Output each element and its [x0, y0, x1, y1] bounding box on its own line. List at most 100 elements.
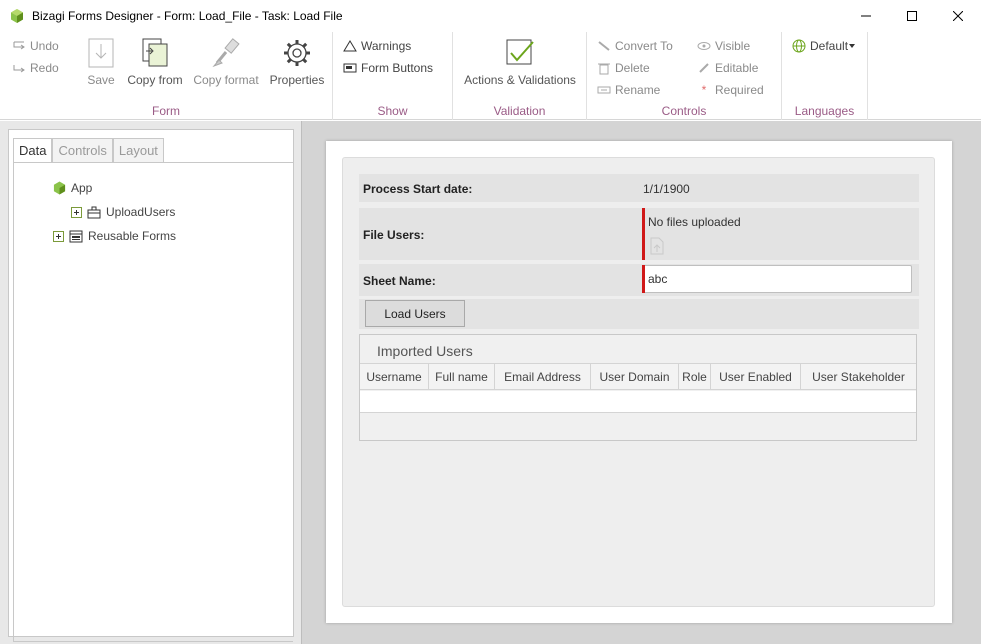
form-buttons-label: Form Buttons — [361, 61, 434, 75]
languages-group: Default Languages — [782, 32, 868, 120]
title-bar: Bizagi Forms Designer - Form: Load_File … — [0, 0, 981, 32]
copy-from-button[interactable]: Copy from — [126, 38, 184, 87]
grid-title: Imported Users — [377, 343, 473, 359]
tree-node-uploadusers[interactable]: UploadUsers — [71, 205, 175, 219]
language-dropdown[interactable]: Default — [792, 39, 856, 53]
tree-node-reusable-forms-label: Reusable Forms — [88, 229, 177, 243]
form-container: Process Start date: 1/1/1900 File Users:… — [342, 157, 935, 607]
tree-node-uploadusers-label: UploadUsers — [106, 205, 176, 219]
copy-format-button[interactable]: Copy format — [191, 38, 261, 87]
file-users-row[interactable]: File Users: No files uploaded — [359, 208, 919, 260]
form-group-label: Form — [152, 104, 180, 118]
design-area: Process Start date: 1/1/1900 File Users:… — [301, 121, 981, 644]
gear-icon — [284, 40, 310, 66]
visible-button[interactable]: Visible — [697, 39, 750, 53]
asterisk-icon: * — [701, 83, 707, 97]
delete-button[interactable]: Delete — [597, 61, 650, 75]
column-header-domain[interactable]: User Domain — [591, 364, 679, 389]
redo-icon — [13, 65, 25, 73]
tree-node-app[interactable]: App — [53, 181, 92, 195]
column-header-role[interactable]: Role — [679, 364, 711, 389]
column-header-enabled[interactable]: User Enabled — [711, 364, 801, 389]
warnings-button[interactable]: Warnings — [343, 39, 411, 53]
left-panel-content: Data Controls Layout App UploadUsers Reu… — [8, 129, 294, 642]
form-canvas: Process Start date: 1/1/1900 File Users:… — [326, 141, 952, 623]
required-indicator — [642, 265, 645, 293]
column-header-stakeholder[interactable]: User Stakeholder — [801, 364, 916, 389]
window-title: Bizagi Forms Designer - Form: Load_File … — [32, 9, 343, 23]
editable-button[interactable]: Editable — [697, 61, 758, 75]
undo-button[interactable]: Undo — [12, 39, 59, 53]
expand-icon[interactable] — [53, 230, 64, 242]
minimize-icon — [861, 15, 871, 17]
bizagi-logo-icon — [11, 9, 23, 23]
tab-layout[interactable]: Layout — [112, 138, 164, 162]
actions-validations-label: Actions & Validations — [464, 73, 576, 87]
controls-group: Convert To Delete Rename Visible Editabl… — [587, 32, 782, 120]
redo-button[interactable]: Redo — [12, 61, 59, 75]
grid-header: Username Full name Email Address User Do… — [360, 363, 916, 390]
briefcase-icon — [87, 206, 101, 218]
close-icon — [953, 11, 963, 21]
validation-group-label: Validation — [493, 104, 546, 118]
save-label: Save — [87, 73, 115, 87]
warning-icon — [343, 40, 357, 52]
globe-icon — [792, 39, 806, 53]
pencil-icon — [699, 63, 709, 73]
languages-group-label: Languages — [794, 104, 855, 118]
form-group: Undo Redo Save Copy from Copy format Pro… — [0, 32, 333, 120]
validation-group: Actions & Validations Validation — [453, 32, 587, 120]
ribbon: Undo Redo Save Copy from Copy format Pro… — [0, 32, 981, 120]
form-buttons-button[interactable]: Form Buttons — [343, 61, 433, 75]
column-header-full-name[interactable]: Full name — [429, 364, 495, 389]
expand-icon[interactable] — [71, 206, 82, 218]
process-start-value: 1/1/1900 — [643, 182, 690, 196]
entity-cube-icon — [53, 181, 66, 195]
required-button[interactable]: * Required — [697, 83, 764, 97]
warnings-label: Warnings — [361, 39, 412, 53]
sheet-name-label: Sheet Name: — [363, 274, 436, 288]
copy-from-icon — [142, 38, 168, 67]
tree-node-app-label: App — [71, 181, 93, 195]
save-button[interactable]: Save — [85, 38, 117, 87]
language-value: Default — [810, 39, 849, 53]
undo-icon — [13, 41, 25, 50]
rename-button[interactable]: Rename — [597, 83, 660, 97]
convert-to-button[interactable]: Convert To — [597, 39, 673, 53]
sheet-name-input[interactable]: abc — [642, 265, 912, 293]
visible-label: Visible — [715, 39, 751, 53]
tab-controls[interactable]: Controls — [52, 138, 113, 162]
copy-format-label: Copy format — [193, 73, 259, 87]
trash-icon — [598, 63, 610, 74]
redo-label: Redo — [30, 61, 59, 75]
form-buttons-icon — [343, 63, 357, 73]
editable-label: Editable — [715, 61, 759, 75]
column-header-username[interactable]: Username — [360, 364, 429, 389]
undo-label: Undo — [30, 39, 59, 53]
checkmark-icon — [506, 39, 534, 65]
load-users-button[interactable]: Load Users — [365, 300, 465, 327]
load-users-row: Load Users — [359, 299, 919, 329]
rename-label: Rename — [615, 83, 661, 97]
process-start-row[interactable]: Process Start date: 1/1/1900 — [359, 174, 919, 202]
close-button[interactable] — [935, 0, 981, 32]
left-panel-tabs: Data Controls Layout — [13, 138, 164, 162]
imported-users-grid: Imported Users Username Full name Email … — [359, 334, 917, 441]
tab-data[interactable]: Data — [13, 138, 53, 162]
maximize-icon — [907, 11, 917, 21]
upload-file-icon[interactable] — [649, 237, 665, 255]
column-header-email[interactable]: Email Address — [495, 364, 591, 389]
required-indicator — [642, 208, 645, 260]
required-label: Required — [715, 83, 764, 97]
controls-group-label: Controls — [661, 104, 707, 118]
forms-icon — [69, 230, 83, 242]
actions-validations-button[interactable]: Actions & Validations — [463, 38, 577, 87]
delete-label: Delete — [615, 61, 650, 75]
process-start-label: Process Start date: — [363, 182, 473, 196]
maximize-button[interactable] — [889, 0, 935, 32]
save-icon — [88, 38, 114, 68]
tree-node-reusable-forms[interactable]: Reusable Forms — [53, 229, 176, 243]
minimize-button[interactable] — [843, 0, 889, 32]
properties-button[interactable]: Properties — [268, 38, 326, 87]
grid-empty-row — [360, 391, 916, 413]
